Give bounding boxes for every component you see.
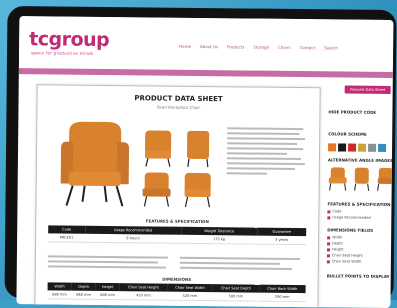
colour-scheme-label: COLOUR SCHEME [328,131,367,137]
dim-cell: 660 mm [71,290,96,300]
dimension-checkbox[interactable]: Depth [327,241,343,245]
dimension-checkbox[interactable]: Width [327,235,342,239]
dim-cell: 450 mm [119,291,168,301]
dimension-checkbox[interactable]: Chair Seat Width [326,259,361,264]
tablet-screen: tcgroup space for productive minds Home … [16,16,394,308]
alt-image-1[interactable] [328,165,348,191]
request-data-sheet-button[interactable]: Request Data Sheet [344,85,391,94]
tcgroup-logo[interactable]: tcgroup [29,28,109,51]
feature-checkbox[interactable]: Code [327,209,341,213]
nav-item-storage[interactable]: Storage [253,45,269,50]
spec-table: Code Usage Recommended Weight Tolerance … [48,225,307,245]
logo-tc-text: tc [29,28,49,51]
features-title: FEATURES & SPECIFICATION [145,218,209,225]
dim-header: Width [47,282,72,291]
logo-group-text: group [48,28,110,52]
dim-cell: 680 mm [47,290,72,300]
sheet-title: PRODUCT DATA SHEET [134,94,223,104]
swatch-black[interactable] [338,143,347,152]
spec-cell: PRCE01 [48,233,86,243]
feature-checkbox[interactable]: Usage Recommended [327,215,371,220]
swatch-orange[interactable] [328,143,337,152]
nav-item-about[interactable]: About Us [200,44,218,49]
tagline: space for productive minds [31,50,94,56]
nav-item-search[interactable]: Search [324,45,338,50]
feature-bullets [47,255,306,273]
dimensions-table: Width Depth Height Chair Seat Height Cha… [47,282,306,302]
bullet-points-label: BULLET POINTS TO DISPLAY [326,273,390,279]
colour-swatches [328,143,387,152]
site-header: tcgroup space for productive minds Home … [18,16,394,67]
nav-item-contact[interactable]: Contact [300,45,316,50]
swatch-red[interactable] [348,143,357,152]
dim-cell: 800 mm [95,290,120,300]
dim-cell: 590 mm [258,292,306,302]
dimension-checkbox[interactable]: Height [326,247,344,252]
spec-cell: 3 years [257,235,307,245]
spec-cell: 6 hours [84,233,181,244]
swatch-mustard[interactable] [358,143,367,152]
nav-item-products[interactable]: Products [227,44,244,49]
alt-images-label: ALTERNATIVE ANGLE IMAGES [327,157,393,164]
swatch-grey[interactable] [368,143,377,152]
alt-angle-images [328,165,394,192]
nav-item-chairs[interactable]: Chairs [278,45,291,50]
dimensions-fields-label: DIMENSIONS FIELDS [327,227,374,233]
dim-header: Depth [71,282,96,291]
dimension-checkbox[interactable]: Chair Seat Height [326,253,363,258]
nav-item-home[interactable]: Home [179,44,191,49]
spec-cell: 175 kg [180,234,258,245]
main-nav: Home About Us Products Storage Chairs Co… [179,44,338,51]
chair-thumbnail-images [142,130,211,208]
dim-cell: 520 mm [167,291,213,301]
sheet-subtitle: Pearl Reception Chair [156,104,201,110]
options-sidebar: Request Data Sheet HIDE PRODUCT CODE COL… [322,77,394,308]
features-spec-label: FEATURES & SPECIFICATION [327,201,391,207]
dim-header: Height [95,282,120,292]
product-description [226,127,308,178]
alt-image-2[interactable] [352,166,372,192]
product-code-label: HIDE PRODUCT CODE [328,109,377,115]
tablet-device: tcgroup space for productive minds Home … [4,5,397,308]
product-data-sheet: PRODUCT DATA SHEET Pearl Reception Chair [34,84,321,308]
swatch-blue[interactable] [378,143,387,152]
chair-main-image [60,121,130,207]
alt-image-3[interactable] [376,166,394,192]
